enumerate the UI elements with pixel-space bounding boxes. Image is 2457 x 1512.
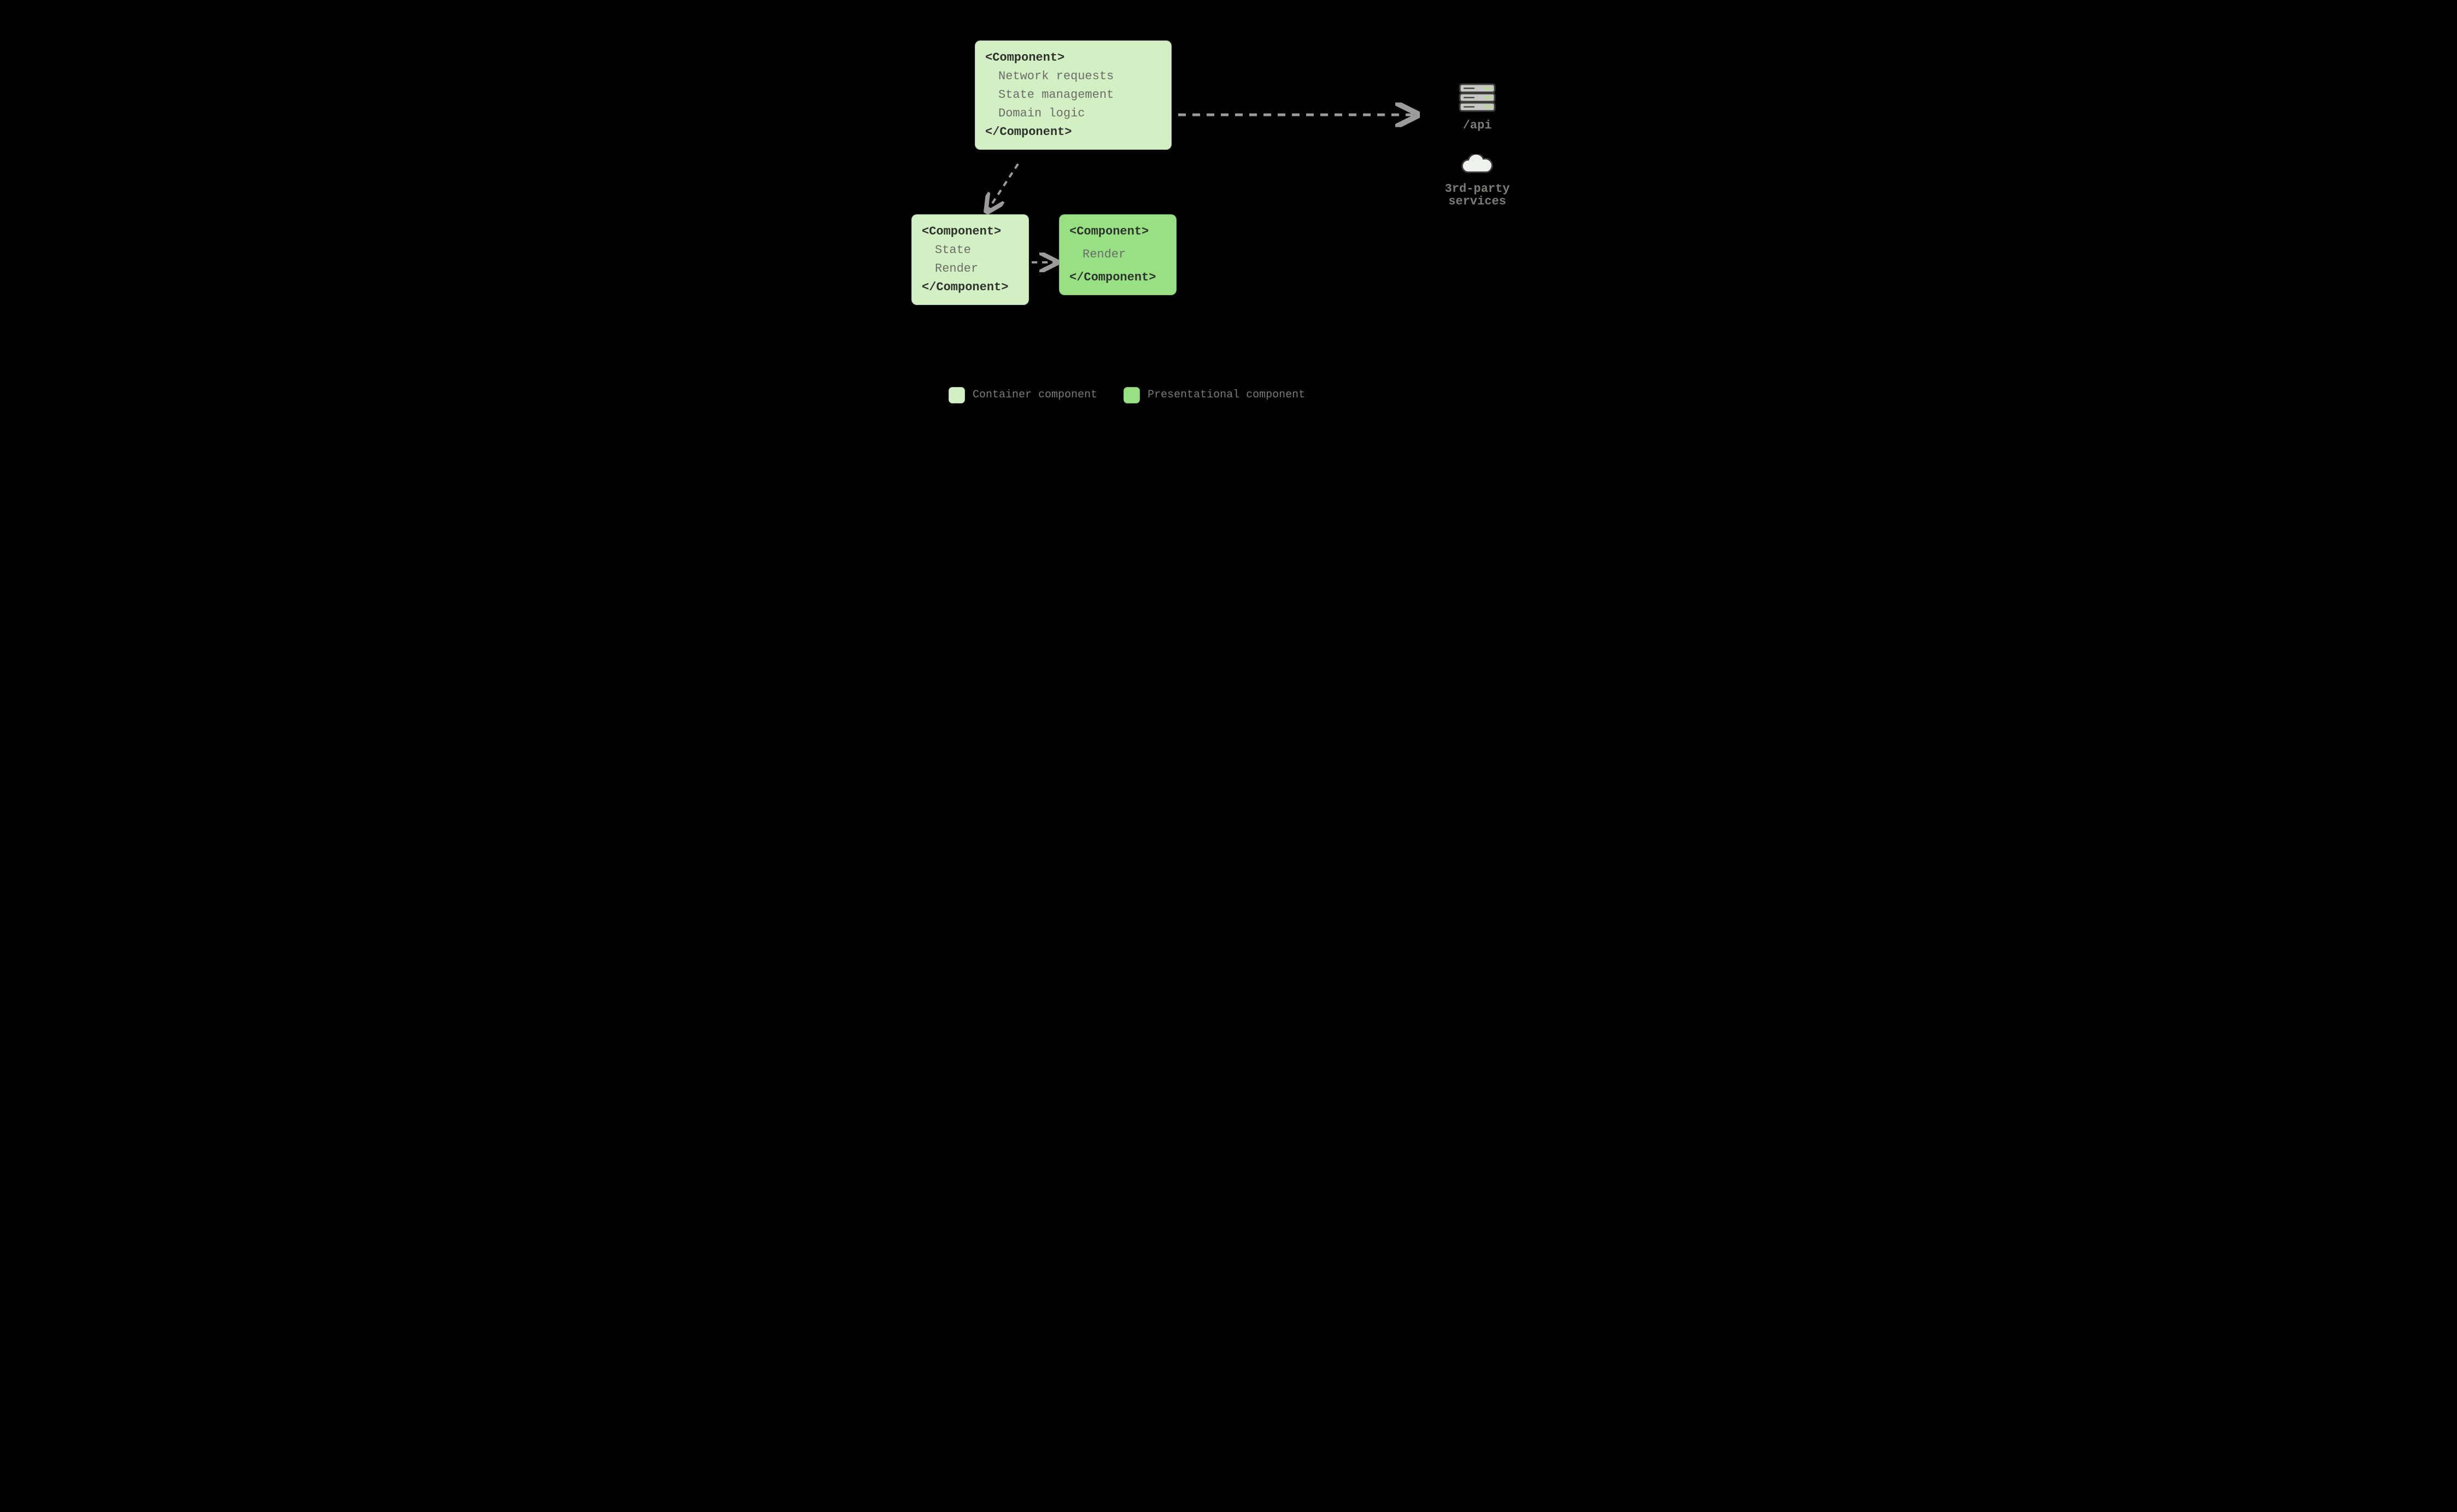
cloud-icon [1460,154,1494,176]
diagram-stage: <Component> Network requests State manag… [879,0,1578,431]
swatch-presentational [1124,387,1140,403]
component-line: Render [1083,245,1166,264]
component-line: Network requests [998,67,1161,86]
component-line: State [935,241,1019,260]
component-open-tag: <Component> [985,49,1161,67]
arrow-to-child-container [988,164,1018,210]
component-line: Domain logic [998,104,1161,123]
component-close-tag: </Component> [922,278,1019,297]
box-presentational: <Component> Render </Component> [1059,214,1177,295]
component-open-tag: <Component> [922,222,1019,241]
server-icon [1458,82,1497,113]
legend-label: Presentational component [1148,389,1305,401]
swatch-container [949,387,965,403]
legend-label: Container component [973,389,1097,401]
services-block: 3rd-party services [1420,154,1535,208]
legend-item-presentational: Presentational component [1124,387,1305,403]
box-container-top: <Component> Network requests State manag… [975,40,1172,150]
component-body: State Render [922,241,1019,278]
component-close-tag: </Component> [985,123,1161,142]
component-body: Network requests State management Domain… [985,67,1161,123]
component-line: Render [935,260,1019,278]
legend: Container component Presentational compo… [949,387,1305,403]
api-label: /api [1420,119,1535,132]
box-container-bottom-left: <Component> State Render </Component> [911,214,1029,305]
legend-item-container: Container component [949,387,1097,403]
services-label-line2: services [1420,195,1535,208]
component-line: State management [998,86,1161,104]
external-services-column: /api 3rd-party services [1420,82,1535,230]
component-open-tag: <Component> [1069,222,1166,241]
component-body: Render [1069,241,1166,268]
component-close-tag: </Component> [1069,268,1166,287]
api-block: /api [1420,82,1535,132]
services-label-line1: 3rd-party [1420,182,1535,196]
